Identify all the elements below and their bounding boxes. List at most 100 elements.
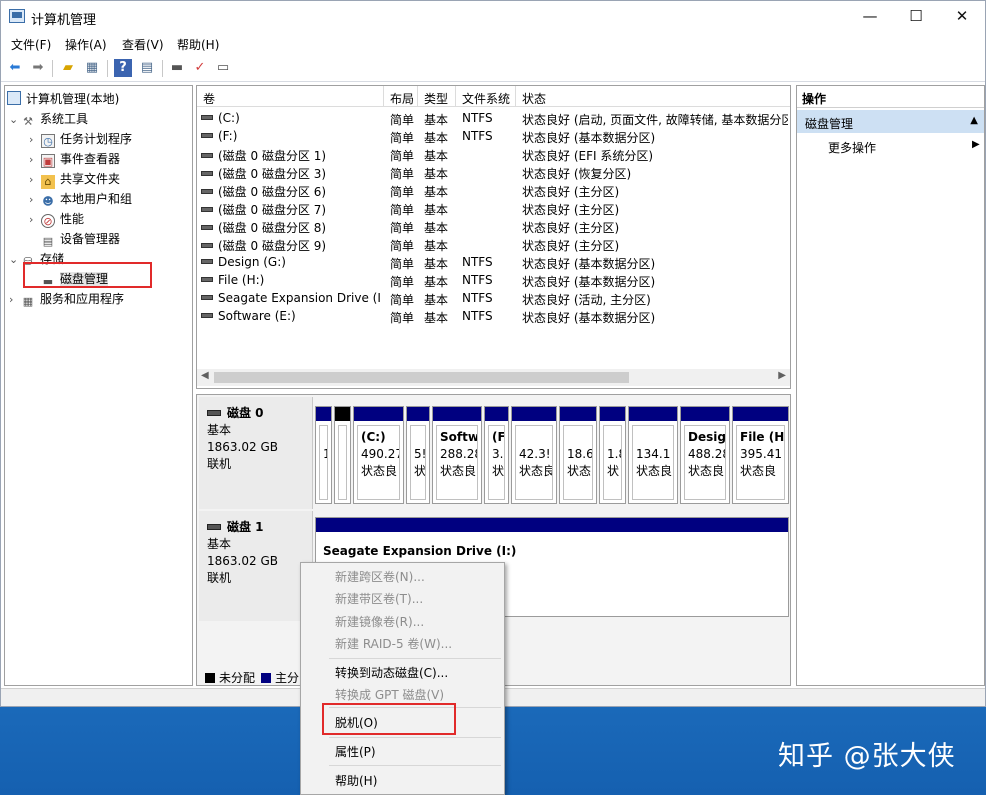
connect-icon[interactable]: ▬ [168, 59, 186, 77]
table-row[interactable]: (磁盘 0 磁盘分区 3) 简单 基本 状态良好 (恢复分区) [197, 163, 790, 181]
minimize-button[interactable]: — [847, 1, 893, 32]
disk0-partition[interactable]: Desigr 488.28 状态良 [680, 406, 730, 504]
help-icon[interactable]: ? [114, 59, 132, 77]
disk0-partition[interactable]: 1 [315, 406, 332, 504]
menu-new-mirrored-volume[interactable]: 新建镜像卷(R)... [335, 613, 424, 630]
disk0-partition[interactable]: (C:) 490.27 状态良 [353, 406, 404, 504]
menu-action[interactable]: 操作(A) [65, 36, 107, 53]
column-header-type[interactable]: 类型 [418, 86, 456, 107]
disk0-partition[interactable]: 1.8 状 [599, 406, 626, 504]
chevron-right-icon[interactable]: › [29, 193, 41, 206]
tree-services-apps-label: 服务和应用程序 [40, 292, 125, 306]
disk1-info[interactable]: 磁盘 1 基本 1863.02 GB 联机 [199, 511, 313, 621]
disk0-partition[interactable]: 5! 状 [406, 406, 430, 504]
settings-icon[interactable]: ▭ [214, 59, 232, 77]
back-icon[interactable]: ⬅ [6, 59, 24, 77]
table-row[interactable]: (F:) 简单 基本 NTFS 状态良好 (基本数据分区) [197, 127, 790, 145]
up-folder-icon[interactable]: ▰ [59, 59, 77, 77]
forward-icon[interactable]: ➡ [29, 59, 47, 77]
chevron-right-icon[interactable]: › [29, 153, 41, 166]
table-row[interactable]: File (H:) 简单 基本 NTFS 状态良好 (基本数据分区) [197, 271, 790, 289]
actions-disk-management[interactable]: 磁盘管理 ▲ [797, 110, 984, 133]
disk0-partition[interactable]: 18.6 状态 [559, 406, 597, 504]
cell-text: 状态良好 (主分区) [522, 239, 620, 253]
table-row[interactable]: (磁盘 0 磁盘分区 8) 简单 基本 状态良好 (主分区) [197, 217, 790, 235]
menu-convert-gpt[interactable]: 转换成 GPT 磁盘(V) [335, 686, 444, 703]
users-icon: ☻ [42, 195, 54, 208]
horizontal-scrollbar[interactable]: ◀ ▶ [197, 369, 790, 386]
disk0-type: 基本 [207, 423, 232, 437]
partition-line: 1 [323, 446, 327, 463]
chevron-down-icon[interactable]: ⌄ [9, 253, 21, 266]
column-header-volume[interactable]: 卷 [197, 86, 384, 107]
chevron-down-icon[interactable]: ⌄ [9, 113, 21, 126]
close-button[interactable]: ✕ [939, 1, 985, 32]
chevron-right-icon[interactable]: › [29, 213, 41, 226]
partition-line [323, 480, 327, 497]
table-row[interactable]: Seagate Expansion Drive (I:) 简单 基本 NTFS 状态良好… [197, 289, 790, 307]
table-row[interactable]: Design (G:) 简单 基本 NTFS 状态良好 (基本数据分区) [197, 253, 790, 271]
disk0-partition[interactable]: (F 3.0 状 [484, 406, 509, 504]
menu-new-raid5-volume[interactable]: 新建 RAID-5 卷(W)... [335, 635, 452, 652]
scroll-right-icon[interactable]: ▶ [778, 370, 786, 381]
table-row[interactable]: (磁盘 0 磁盘分区 7) 简单 基本 状态良好 (主分区) [197, 199, 790, 217]
tree-event-viewer[interactable]: › ▣ 事件查看器 [29, 150, 120, 168]
tree-performance[interactable]: › ⊘ 性能 [29, 210, 84, 228]
scrollbar-thumb[interactable] [214, 372, 629, 383]
more-actions[interactable]: 更多操作 ▶ [828, 139, 980, 156]
menu-new-spanned-volume[interactable]: 新建跨区卷(N)... [335, 568, 425, 585]
menu-file[interactable]: 文件(F) [11, 36, 51, 53]
maximize-button[interactable]: ☐ [893, 1, 939, 32]
tree-system-tools[interactable]: ⌄ ⚒ 系统工具 [9, 110, 88, 129]
column-header-status[interactable]: 状态 [516, 86, 790, 107]
partition-label: (C:) 490.27 状态良 [357, 425, 400, 500]
volume-name-cell: (磁盘 0 磁盘分区 8) [201, 219, 381, 236]
toolbar-separator [162, 60, 163, 77]
disk1-size: 1863.02 GB [207, 554, 278, 568]
disk0-partition[interactable]: 42.3! 状态良 [511, 406, 557, 504]
tree-device-manager[interactable]: ▤ 设备管理器 [29, 230, 120, 249]
disk0-partition[interactable]: Softw 288.28 状态良 [432, 406, 482, 504]
collapse-up-icon[interactable]: ▲ [970, 115, 978, 126]
tree-system-tools-label: 系统工具 [40, 112, 89, 126]
menu-convert-dynamic[interactable]: 转换到动态磁盘(C)... [335, 664, 448, 681]
menu-help[interactable]: 帮助(H) [177, 36, 219, 53]
layout-cell: 简单 [390, 147, 420, 164]
table-row[interactable]: (磁盘 0 磁盘分区 9) 简单 基本 状态良好 (主分区) [197, 235, 790, 253]
cell-text: 状态良好 (恢复分区) [522, 167, 632, 181]
chevron-right-icon[interactable]: › [29, 173, 41, 186]
table-row[interactable]: (磁盘 0 磁盘分区 1) 简单 基本 状态良好 (EFI 系统分区) [197, 145, 790, 163]
table-row[interactable]: (C:) 简单 基本 NTFS 状态良好 (启动, 页面文件, 故障转储, 基本数据分区… [197, 109, 790, 127]
column-header-layout[interactable]: 布局 [384, 86, 418, 107]
partition-line: 42.3! [519, 447, 551, 461]
menu-properties[interactable]: 属性(P) [335, 743, 376, 760]
show-tree-icon[interactable]: ▦ [83, 59, 101, 77]
properties-icon[interactable]: ▤ [138, 59, 156, 77]
menu-help-item[interactable]: 帮助(H) [335, 772, 377, 789]
cell-text: 状态良好 (主分区) [522, 203, 620, 217]
tree-root[interactable]: 计算机管理(本地) [7, 90, 119, 107]
table-row[interactable]: (磁盘 0 磁盘分区 6) 简单 基本 状态良好 (主分区) [197, 181, 790, 199]
menu-new-striped-volume[interactable]: 新建带区卷(T)... [335, 590, 423, 607]
menu-view[interactable]: 查看(V) [122, 36, 164, 53]
title-bar[interactable]: 计算机管理 — ☐ ✕ [1, 1, 985, 32]
column-header-filesystem[interactable]: 文件系统 [456, 86, 516, 107]
chevron-right-icon[interactable]: › [29, 133, 41, 146]
tree-local-users[interactable]: › ☻ 本地用户和组 [29, 190, 132, 209]
chevron-right-icon[interactable]: › [9, 293, 21, 306]
disk0-info[interactable]: 磁盘 0 基本 1863.02 GB 联机 [199, 397, 313, 509]
cell-text: 基本 [424, 275, 449, 289]
partition-line: 1.8 [607, 447, 621, 461]
tree-services-apps[interactable]: › ▦ 服务和应用程序 [9, 290, 124, 309]
check-icon[interactable]: ✓ [191, 59, 209, 77]
disk0-partition[interactable]: File (H 395.41 状态良 [732, 406, 789, 504]
disk1-name: 磁盘 1 [227, 520, 264, 534]
shared-folder-icon: ⌂ [41, 175, 55, 189]
disk0-partition[interactable] [334, 406, 351, 504]
disk0-partition[interactable]: 134.1 状态良 [628, 406, 678, 504]
tree-shared-folders[interactable]: › ⌂ 共享文件夹 [29, 170, 120, 189]
table-row[interactable]: Software (E:) 简单 基本 NTFS 状态良好 (基本数据分区) [197, 307, 790, 325]
scroll-left-icon[interactable]: ◀ [201, 370, 209, 381]
tree-task-scheduler[interactable]: › ◷ 任务计划程序 [29, 130, 132, 148]
cell-text: 状态良好 (基本数据分区) [522, 257, 656, 271]
